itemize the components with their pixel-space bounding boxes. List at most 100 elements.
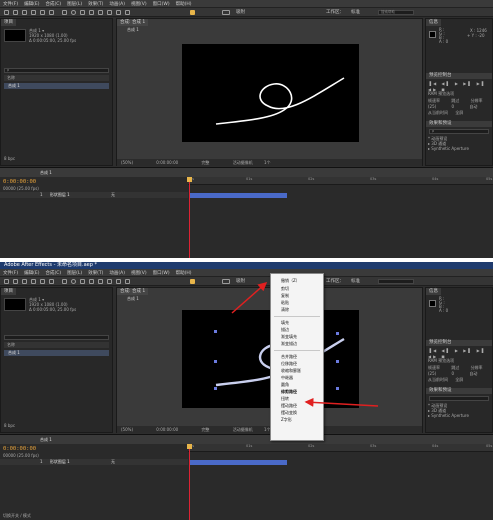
info-tab[interactable]: 信息 bbox=[426, 19, 441, 26]
bounding-handle[interactable] bbox=[336, 360, 339, 363]
hand-tool-icon[interactable] bbox=[13, 10, 18, 15]
project-search-input[interactable] bbox=[4, 335, 109, 340]
camera-select[interactable]: 活动摄像机 bbox=[233, 427, 253, 432]
clone-tool-icon[interactable] bbox=[98, 10, 103, 15]
workspace-select[interactable]: 标准 bbox=[351, 278, 360, 284]
type-tool-icon[interactable] bbox=[80, 279, 85, 284]
eraser-tool-icon[interactable] bbox=[107, 279, 112, 284]
project-tab[interactable]: 项目 bbox=[1, 19, 16, 26]
eraser-tool-icon[interactable] bbox=[107, 10, 112, 15]
zoom-tool-icon[interactable] bbox=[22, 279, 27, 284]
effects-item[interactable]: ▸ Synthetic Aperture bbox=[428, 413, 490, 419]
preview-transport-buttons[interactable]: ▐◀ ◀▌ ▶ ▶▌ ▶▌ ◀▶ ◼ bbox=[428, 81, 490, 92]
menu-item-clear[interactable]: 清除 bbox=[281, 307, 289, 313]
timeline-timecode[interactable]: 0:00:00:00 bbox=[3, 446, 36, 452]
playhead-handle[interactable] bbox=[187, 444, 192, 449]
menu-window[interactable]: 窗口(W) bbox=[153, 1, 170, 7]
zoom-tool-icon[interactable] bbox=[22, 10, 27, 15]
resolution-value[interactable]: 自动 bbox=[469, 371, 477, 376]
fill-color-icon[interactable] bbox=[190, 279, 195, 284]
fps-value[interactable]: (25) bbox=[428, 371, 436, 376]
time-ruler[interactable]: 0s 01s 02s 03s 04s 05s bbox=[188, 177, 493, 185]
selection-tool-icon[interactable] bbox=[4, 279, 9, 284]
fps-value[interactable]: (25) bbox=[428, 104, 436, 109]
puppet-tool-icon[interactable] bbox=[125, 279, 130, 284]
layer-row[interactable]: 1 形状图层 1 无 bbox=[0, 192, 188, 198]
menu-item-cut[interactable]: 剪切 bbox=[281, 286, 289, 292]
menu-item-undo[interactable]: 撤销（Z） bbox=[281, 278, 300, 284]
viewer-tab[interactable]: 合成: 合成 1 bbox=[117, 288, 149, 295]
rectangle-tool-icon[interactable] bbox=[62, 10, 67, 15]
menu-file[interactable]: 文件(F) bbox=[3, 270, 18, 276]
skip-value[interactable]: 0 bbox=[452, 371, 455, 376]
layer-row[interactable]: 1 形状图层 1 无 bbox=[0, 459, 188, 465]
time-ruler[interactable]: 0s 01s 02s 03s 04s 05s bbox=[188, 444, 493, 452]
preview-tab[interactable]: 预览控制台 bbox=[426, 73, 492, 79]
rectangle-tool-icon[interactable] bbox=[62, 279, 67, 284]
viewer-tab[interactable]: 合成: 合成 1 bbox=[117, 19, 149, 26]
viewer-breadcrumb[interactable]: 合成 1 bbox=[127, 27, 139, 32]
menu-item-wiggle-transform[interactable]: 摆动变换 bbox=[281, 410, 297, 416]
menu-item-round-corners[interactable]: 圆角 bbox=[281, 382, 289, 388]
project-column-name[interactable]: 名称 bbox=[4, 75, 109, 81]
toggle-switches-label[interactable]: 切换开关 / 模式 bbox=[3, 513, 31, 518]
layer-name[interactable]: 形状图层 1 bbox=[50, 192, 70, 197]
from-current-checkbox[interactable]: 从当前时间 bbox=[428, 377, 448, 382]
project-item-comp[interactable]: 合成 1 bbox=[4, 350, 109, 356]
viewer-breadcrumb[interactable]: 合成 1 bbox=[127, 296, 139, 301]
brush-tool-icon[interactable] bbox=[89, 10, 94, 15]
resolution-select[interactable]: 完整 bbox=[201, 427, 209, 432]
zoom-select[interactable]: (50%) bbox=[121, 427, 133, 432]
menu-item-offset-paths[interactable]: 位移路径 bbox=[281, 361, 297, 367]
menu-window[interactable]: 窗口(W) bbox=[153, 270, 170, 276]
menu-item-pucker-bloat[interactable]: 收缩和膨胀 bbox=[281, 368, 301, 374]
clone-tool-icon[interactable] bbox=[98, 279, 103, 284]
skip-value[interactable]: 0 bbox=[452, 104, 455, 109]
project-tab[interactable]: 项目 bbox=[1, 288, 16, 295]
layer-mode[interactable]: 无 bbox=[111, 459, 115, 464]
menu-composition[interactable]: 合成(C) bbox=[45, 270, 61, 276]
menu-item-paste[interactable]: 粘贴 bbox=[281, 300, 289, 306]
pen-tool-icon[interactable] bbox=[71, 10, 76, 15]
fullscreen-checkbox[interactable]: 全屏 bbox=[455, 110, 463, 115]
project-column-name[interactable]: 名称 bbox=[4, 342, 109, 348]
camera-select[interactable]: 活动摄像机 bbox=[233, 160, 253, 165]
menu-item-zig-zag[interactable]: Z字形 bbox=[281, 417, 292, 423]
bounding-handle[interactable] bbox=[336, 332, 339, 335]
bpc-label[interactable]: 8 bpc bbox=[4, 156, 15, 161]
puppet-tool-icon[interactable] bbox=[125, 10, 130, 15]
playhead-handle[interactable] bbox=[187, 177, 192, 182]
roto-tool-icon[interactable] bbox=[116, 10, 121, 15]
comp-canvas[interactable] bbox=[182, 44, 359, 142]
selection-tool-icon[interactable] bbox=[4, 10, 9, 15]
preview-tab[interactable]: 预览控制台 bbox=[426, 340, 492, 346]
bounding-handle[interactable] bbox=[214, 330, 217, 333]
menu-item-fill[interactable]: 填充 bbox=[281, 320, 289, 326]
bpc-label[interactable]: 8 bpc bbox=[4, 423, 15, 428]
resolution-value[interactable]: 自动 bbox=[469, 104, 477, 109]
menu-effect[interactable]: 效果(T) bbox=[88, 270, 103, 276]
layer-duration-bar[interactable] bbox=[189, 193, 287, 198]
menu-animation[interactable]: 动画(A) bbox=[109, 270, 125, 276]
stroke-swatch-icon[interactable] bbox=[222, 279, 230, 284]
help-search-input[interactable]: 搜索帮助 bbox=[378, 10, 414, 15]
pan-behind-tool-icon[interactable] bbox=[49, 279, 54, 284]
menu-item-gradient-fill[interactable]: 渐变填充 bbox=[281, 334, 297, 340]
from-current-checkbox[interactable]: 从当前时间 bbox=[428, 110, 448, 115]
menu-layer[interactable]: 图层(L) bbox=[67, 1, 82, 7]
menu-edit[interactable]: 编辑(E) bbox=[24, 1, 39, 7]
fullscreen-checkbox[interactable]: 全屏 bbox=[455, 377, 463, 382]
menu-item-twist[interactable]: 扭转 bbox=[281, 396, 289, 402]
menu-layer[interactable]: 图层(L) bbox=[67, 270, 82, 276]
menu-file[interactable]: 文件(F) bbox=[3, 1, 18, 7]
hand-tool-icon[interactable] bbox=[13, 279, 18, 284]
menu-item-merge-paths[interactable]: 合并路径 bbox=[281, 354, 297, 360]
layer-name[interactable]: 形状图层 1 bbox=[50, 459, 70, 464]
preview-transport-buttons[interactable]: ▐◀ ◀▌ ▶ ▶▌ ▶▌ ◀▶ ◼ bbox=[428, 348, 490, 359]
menu-item-trim-paths[interactable]: 修剪路径 bbox=[281, 389, 297, 395]
effects-item[interactable]: ▸ Synthetic Aperture bbox=[428, 146, 490, 152]
help-search-input[interactable] bbox=[378, 279, 414, 284]
ram-preview-options[interactable]: RAM 预览选项 bbox=[428, 358, 490, 364]
viewer-timecode[interactable]: 0:00:00:00 bbox=[156, 160, 178, 165]
ram-preview-options[interactable]: RAM 预览选项 bbox=[428, 91, 490, 97]
